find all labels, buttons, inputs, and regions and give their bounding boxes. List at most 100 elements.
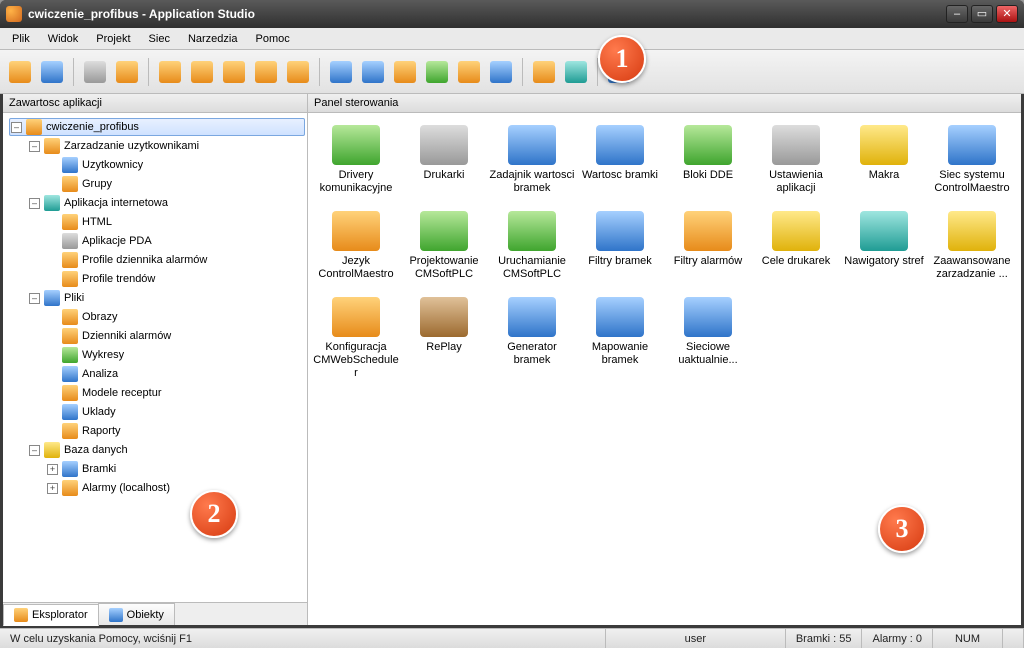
card-gatevalue[interactable]: Wartosc bramki	[576, 125, 664, 195]
card-label: Wartosc bramki	[576, 169, 664, 182]
card-appsettings[interactable]: Ustawienia aplikacji	[752, 125, 840, 195]
card-gatefilters[interactable]: Filtry bramek	[576, 211, 664, 281]
tool-images[interactable]	[359, 58, 387, 86]
tree-item[interactable]: Aplikacje PDA	[45, 232, 305, 250]
minus-icon[interactable]: –	[29, 198, 40, 209]
toolbar	[0, 50, 1024, 94]
card-gatemap[interactable]: Mapowanie bramek	[576, 297, 664, 380]
card-dde[interactable]: Bloki DDE	[664, 125, 752, 195]
card-advadmin[interactable]: Zaawansowane zarzadzanie ...	[928, 211, 1016, 281]
minus-icon[interactable]: –	[29, 445, 40, 456]
alarmlog-icon	[62, 328, 78, 344]
cmnet-icon	[948, 125, 996, 165]
gategen-icon	[508, 297, 556, 337]
tool-analysis[interactable]	[113, 58, 141, 86]
tree-item[interactable]: Profile trendów	[45, 270, 305, 288]
pda-icon	[62, 233, 78, 249]
card-cmnetwork[interactable]: Siec systemu ControlMaestro	[928, 125, 1016, 195]
tab-obiekty[interactable]: Obiekty	[98, 603, 175, 625]
body: Zawartosc aplikacji – cwiczenie_profibus	[0, 94, 1024, 628]
card-gategen[interactable]: Generator bramek	[488, 297, 576, 380]
card-drivers[interactable]: Drivery komunikacyjne	[312, 125, 400, 195]
tree-label: Raporty	[82, 425, 121, 437]
card-cmlang[interactable]: Jezyk ControlMaestro	[312, 211, 400, 281]
tree-root[interactable]: – cwiczenie_profibus	[9, 118, 305, 136]
tab-label: Obiekty	[127, 609, 164, 621]
card-replay[interactable]: RePlay	[400, 297, 488, 380]
card-alarmfilters[interactable]: Filtry alarmów	[664, 211, 752, 281]
card-printtargets[interactable]: Cele drukarek	[752, 211, 840, 281]
tree-node-webapp[interactable]: – Aplikacja internetowa	[27, 194, 305, 212]
tree-node-files[interactable]: – Pliki	[27, 289, 305, 307]
tool-globe[interactable]	[562, 58, 590, 86]
netupdate-icon	[684, 297, 732, 337]
users-icon	[44, 138, 60, 154]
menu-plik[interactable]: Plik	[4, 31, 38, 47]
tree-item[interactable]: Profile dziennika alarmów	[45, 251, 305, 269]
card-zonenav[interactable]: Nawigatory stref	[840, 211, 928, 281]
tree-item[interactable]: +Alarmy (localhost)	[45, 479, 305, 497]
plus-icon[interactable]: +	[47, 464, 58, 475]
tree-item[interactable]: Wykresy	[45, 346, 305, 364]
tool-save[interactable]	[38, 58, 66, 86]
menu-narzedzia[interactable]: Narzedzia	[180, 31, 246, 47]
tree-item[interactable]: Analiza	[45, 365, 305, 383]
card-printers[interactable]: Drukarki	[400, 125, 488, 195]
plus-icon[interactable]: +	[47, 483, 58, 494]
tool-newdoc[interactable]	[81, 58, 109, 86]
objects-icon	[109, 608, 123, 622]
tree-node-db[interactable]: – Baza danych	[27, 441, 305, 459]
tool-runalarm[interactable]	[220, 58, 248, 86]
tree-item[interactable]: HTML	[45, 213, 305, 231]
card-softplc-run[interactable]: Uruchamianie CMSoftPLC	[488, 211, 576, 281]
tree-item[interactable]: Obrazy	[45, 308, 305, 326]
tool-alarmview[interactable]	[391, 58, 419, 86]
tree-item[interactable]: Dzienniki alarmów	[45, 327, 305, 345]
tool-layouts[interactable]	[327, 58, 355, 86]
tool-trendview[interactable]	[423, 58, 451, 86]
card-softplc-design[interactable]: Projektowanie CMSoftPLC	[400, 211, 488, 281]
alarm-profile-icon	[62, 252, 78, 268]
menu-siec[interactable]: Siec	[141, 31, 178, 47]
tab-eksplorator[interactable]: Eksplorator	[3, 604, 99, 626]
minus-icon[interactable]: –	[11, 122, 22, 133]
card-label: Mapowanie bramek	[576, 341, 664, 367]
main-pane-title: Panel sterowania	[308, 94, 1021, 113]
tab-label: Eksplorator	[32, 609, 88, 621]
menu-projekt[interactable]: Projekt	[88, 31, 138, 47]
tree-view[interactable]: – cwiczenie_profibus – Zarzadzanie uzytk…	[3, 113, 307, 602]
card-macros[interactable]: Makra	[840, 125, 928, 195]
status-alarmy: Alarmy : 0	[862, 629, 933, 648]
tree-item[interactable]: Modele receptur	[45, 384, 305, 402]
minimize-button[interactable]: –	[946, 5, 968, 23]
tree-node-users[interactable]: – Zarzadzanie uzytkownikami	[27, 137, 305, 155]
gatevalue-icon	[596, 125, 644, 165]
tree-item[interactable]: Uzytkownicy	[45, 156, 305, 174]
minus-icon[interactable]: –	[29, 141, 40, 152]
menu-pomoc[interactable]: Pomoc	[247, 31, 297, 47]
statusbar: W celu uzyskania Pomocy, wciśnij F1 user…	[0, 628, 1024, 648]
card-label: Filtry bramek	[576, 255, 664, 268]
tool-recipes[interactable]	[455, 58, 483, 86]
left-pane-title: Zawartosc aplikacji	[3, 94, 307, 113]
menu-widok[interactable]: Widok	[40, 31, 87, 47]
minus-icon[interactable]: –	[29, 293, 40, 304]
tree-item[interactable]: Raporty	[45, 422, 305, 440]
charts-icon	[62, 347, 78, 363]
tool-runpanel[interactable]	[156, 58, 184, 86]
tool-open[interactable]	[6, 58, 34, 86]
close-button[interactable]: ✕	[996, 5, 1018, 23]
tool-runtrend[interactable]	[188, 58, 216, 86]
card-setpoints[interactable]: Zadajnik wartosci bramek	[488, 125, 576, 195]
tool-stop[interactable]	[284, 58, 312, 86]
maximize-button[interactable]: ▭	[971, 5, 993, 23]
tool-reports[interactable]	[487, 58, 515, 86]
tool-runall[interactable]	[252, 58, 280, 86]
tool-network[interactable]	[530, 58, 558, 86]
card-label: Projektowanie CMSoftPLC	[400, 255, 488, 281]
tree-item[interactable]: Grupy	[45, 175, 305, 193]
card-netupdate[interactable]: Sieciowe uaktualnie...	[664, 297, 752, 380]
card-webscheduler[interactable]: Konfiguracja CMWebScheduler	[312, 297, 400, 380]
tree-item[interactable]: +Bramki	[45, 460, 305, 478]
tree-item[interactable]: Uklady	[45, 403, 305, 421]
